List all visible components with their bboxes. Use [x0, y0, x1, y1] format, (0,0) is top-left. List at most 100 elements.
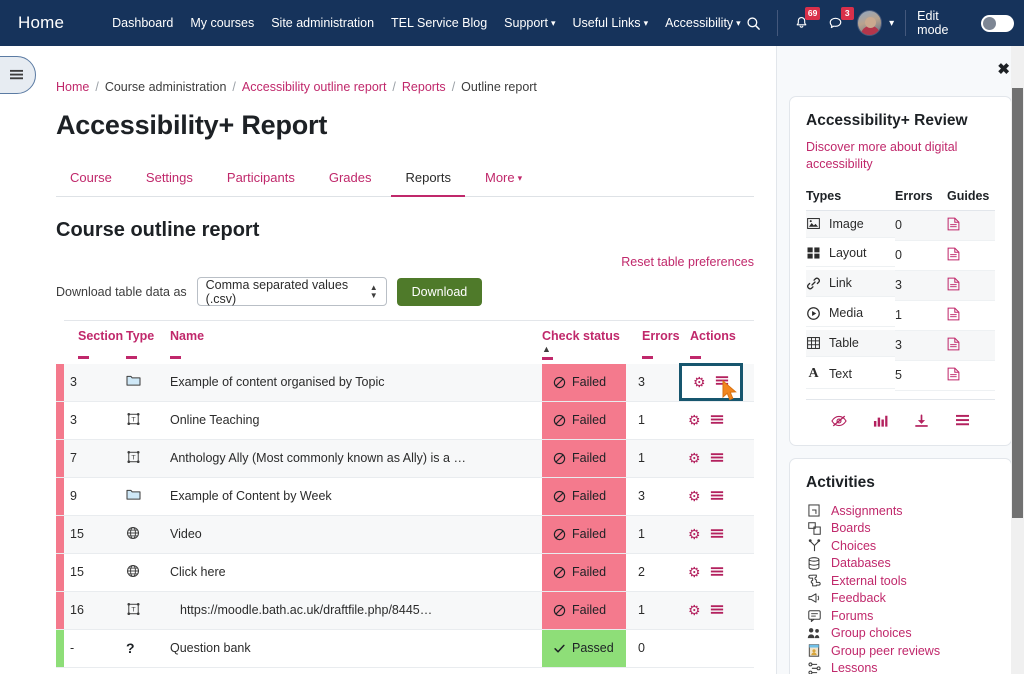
settings-gear-icon[interactable]: ⚙ — [693, 375, 706, 389]
type-row[interactable]: Layout 0 — [806, 240, 995, 270]
activity-label[interactable]: Group peer reviews — [831, 644, 940, 658]
type-row[interactable]: Link 3 — [806, 270, 995, 300]
cell-actions[interactable]: ⚙ — [682, 591, 754, 629]
cell-actions[interactable]: ⚙ — [682, 477, 754, 515]
activity-label[interactable]: Choices — [831, 539, 876, 553]
cell-actions[interactable]: ⚙ — [682, 401, 754, 439]
type-guide[interactable] — [947, 330, 995, 360]
column-header-errors[interactable]: Errors — [632, 321, 682, 364]
table-row[interactable]: 16 T https://moodle.bath.ac.uk/draftfile… — [56, 591, 754, 629]
activity-label[interactable]: External tools — [831, 574, 907, 588]
chevron-down-icon[interactable]: ▾ — [889, 18, 894, 29]
notifications-button[interactable]: 69 — [789, 10, 814, 36]
activity-item-assignments[interactable]: Assignments — [806, 504, 995, 518]
settings-gear-icon[interactable]: ⚙ — [688, 603, 701, 617]
report-list-icon[interactable] — [710, 604, 724, 617]
activity-label[interactable]: Feedback — [831, 591, 886, 605]
messages-button[interactable]: 3 — [822, 10, 847, 36]
brand-home-link[interactable]: Home — [18, 13, 64, 33]
nav-item-support[interactable]: Support▾ — [504, 16, 555, 30]
nav-item-dashboard[interactable]: Dashboard — [112, 16, 173, 30]
column-header-name[interactable]: Name — [164, 321, 536, 364]
type-guide[interactable] — [947, 210, 995, 240]
edit-mode-toggle[interactable] — [981, 15, 1014, 32]
settings-gear-icon[interactable]: ⚙ — [688, 489, 701, 503]
tab-more[interactable]: More▾ — [471, 163, 536, 197]
nav-item-my-courses[interactable]: My courses — [190, 16, 254, 30]
table-row[interactable]: 15 Video Failed 1 ⚙ — [56, 515, 754, 553]
activity-item-feedback[interactable]: Feedback — [806, 591, 995, 605]
download-button[interactable]: Download — [397, 278, 483, 306]
download-icon[interactable] — [914, 414, 929, 431]
nav-item-site-administration[interactable]: Site administration — [271, 16, 374, 30]
activity-label[interactable]: Group choices — [831, 626, 912, 640]
tab-reports[interactable]: Reports — [391, 163, 465, 197]
column-header-section[interactable]: Section — [64, 321, 120, 364]
avatar[interactable] — [857, 10, 882, 36]
table-row[interactable]: 9 Example of Content by Week Failed 3 — [56, 477, 754, 515]
nav-item-tel-service-blog[interactable]: TEL Service Blog — [391, 16, 487, 30]
type-guide[interactable] — [947, 270, 995, 300]
tab-course[interactable]: Course — [56, 163, 126, 197]
eye-slash-icon[interactable] — [831, 414, 847, 431]
activity-item-external-tools[interactable]: External tools — [806, 574, 995, 588]
guide-document-icon[interactable] — [947, 220, 960, 234]
reset-table-preferences-link[interactable]: Reset table preferences — [621, 255, 754, 269]
activity-label[interactable]: Forums — [831, 609, 873, 623]
tab-settings[interactable]: Settings — [132, 163, 207, 197]
column-header-actions[interactable]: Actions — [682, 321, 754, 364]
activity-label[interactable]: Databases — [831, 556, 891, 570]
report-list-icon[interactable] — [710, 452, 724, 465]
nav-item-accessibility[interactable]: Accessibility▾ — [665, 16, 741, 30]
type-guide[interactable] — [947, 240, 995, 270]
activity-item-databases[interactable]: Databases — [806, 556, 995, 570]
activity-label[interactable]: Boards — [831, 521, 871, 535]
nav-item-useful-links[interactable]: Useful Links▾ — [572, 16, 648, 30]
report-list-icon[interactable] — [710, 490, 724, 503]
download-format-select[interactable]: Comma separated values (.csv) ▲▼ — [197, 277, 387, 306]
cell-actions[interactable]: ⚙ — [682, 515, 754, 553]
column-header-check-status[interactable]: Check status ▲ — [536, 321, 632, 364]
activity-item-choices[interactable]: Choices — [806, 539, 995, 553]
activity-label[interactable]: Assignments — [831, 504, 903, 518]
breadcrumb-item-accessibility-outline-report[interactable]: Accessibility outline report — [242, 80, 387, 94]
guide-document-icon[interactable] — [947, 280, 960, 294]
table-row[interactable]: 3 T Online Teaching Failed 1 ⚙ — [56, 401, 754, 439]
report-list-icon[interactable] — [710, 528, 724, 541]
tab-participants[interactable]: Participants — [213, 163, 309, 197]
page-scrollbar[interactable] — [1011, 46, 1024, 674]
bar-chart-icon[interactable] — [873, 414, 888, 431]
settings-gear-icon[interactable]: ⚙ — [688, 527, 701, 541]
activity-item-forums[interactable]: Forums — [806, 609, 995, 623]
cell-actions[interactable]: ⚙ — [682, 553, 754, 591]
settings-gear-icon[interactable]: ⚙ — [688, 565, 701, 579]
report-list-icon[interactable] — [710, 414, 724, 427]
activity-item-group-peer-reviews[interactable]: Group peer reviews — [806, 644, 995, 658]
cell-actions[interactable]: ⚙ — [682, 364, 754, 402]
table-row[interactable]: 15 Click here Failed 2 ⚙ — [56, 553, 754, 591]
type-guide[interactable] — [947, 300, 995, 330]
activity-item-boards[interactable]: Boards — [806, 521, 995, 535]
search-button[interactable] — [741, 10, 766, 36]
tab-grades[interactable]: Grades — [315, 163, 386, 197]
discover-accessibility-link[interactable]: Discover more about digital accessibilit… — [806, 139, 995, 173]
breadcrumb-item-reports[interactable]: Reports — [402, 80, 446, 94]
guide-document-icon[interactable] — [947, 310, 960, 324]
breadcrumb-item-home[interactable]: Home — [56, 80, 89, 94]
guide-document-icon[interactable] — [947, 250, 960, 264]
type-row[interactable]: Table 3 — [806, 330, 995, 360]
activity-label[interactable]: Lessons — [831, 661, 878, 674]
activity-item-group-choices[interactable]: Group choices — [806, 626, 995, 640]
type-guide[interactable] — [947, 360, 995, 390]
type-row[interactable]: Media 1 — [806, 300, 995, 330]
activity-item-lessons[interactable]: Lessons — [806, 661, 995, 674]
type-row[interactable]: A Text 5 — [806, 360, 995, 390]
settings-gear-icon[interactable]: ⚙ — [688, 413, 701, 427]
edit-mode-control[interactable]: Edit mode — [917, 9, 1014, 37]
column-header-type[interactable]: Type — [120, 321, 164, 364]
table-row[interactable]: 7 T Anthology Ally (Most commonly known … — [56, 439, 754, 477]
close-drawer-button[interactable]: ✖ — [997, 62, 1010, 77]
table-row[interactable]: 3 Example of content organised by Topic … — [56, 364, 754, 402]
table-row[interactable]: - ? Question bank Passed 0 — [56, 629, 754, 667]
guide-document-icon[interactable] — [947, 370, 960, 384]
